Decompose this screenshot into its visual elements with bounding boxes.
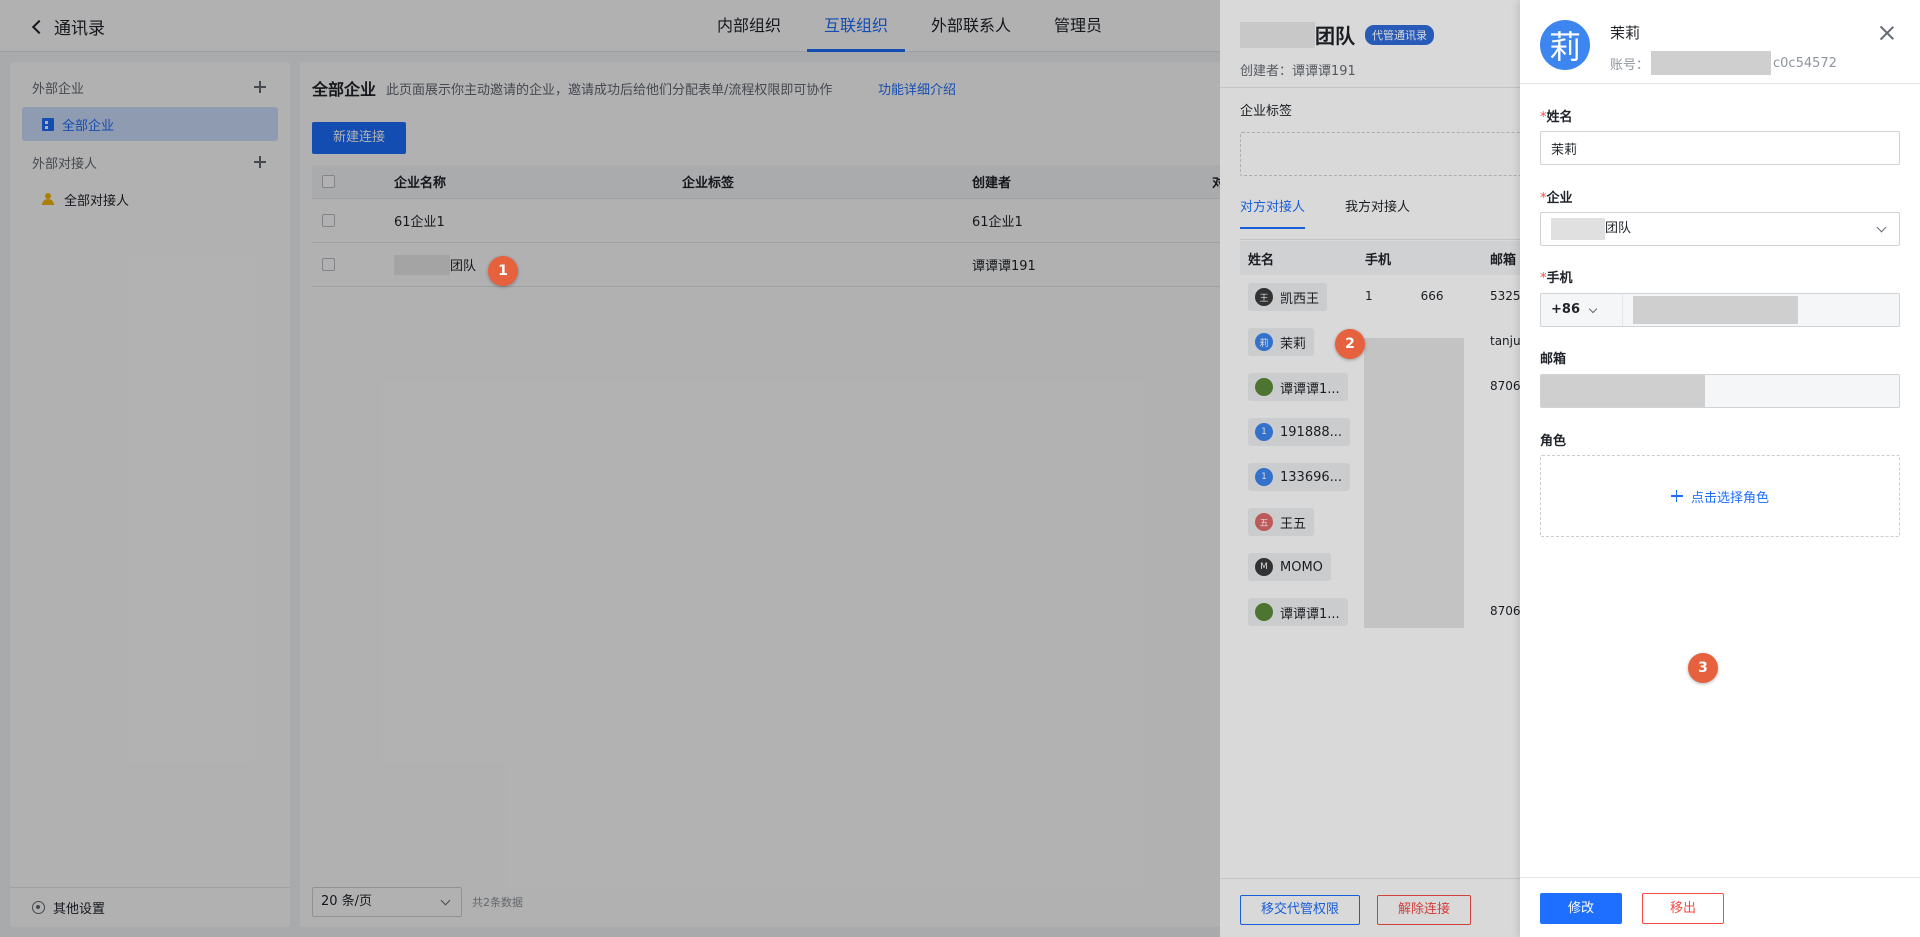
redacted-block xyxy=(1541,375,1705,407)
redacted-block xyxy=(1651,51,1772,75)
redacted-block xyxy=(1551,218,1605,240)
account-prefix: 账号： xyxy=(1610,57,1650,73)
name-label: *姓名 xyxy=(1540,110,1573,125)
name-field[interactable] xyxy=(1540,131,1900,165)
chevron-down-icon xyxy=(1876,222,1887,233)
member-header: 莉 茉莉 账号： c0c54572 xyxy=(1520,0,1920,84)
plus-icon xyxy=(1670,490,1683,502)
select-role-button[interactable]: 点击选择角色 xyxy=(1540,455,1900,537)
edit-button[interactable]: 修改 xyxy=(1540,893,1622,924)
country-code-select[interactable]: +86 xyxy=(1541,294,1623,326)
remove-button[interactable]: 移出 xyxy=(1642,893,1724,924)
role-label: 角色 xyxy=(1540,434,1567,449)
chevron-down-icon xyxy=(1588,304,1598,313)
member-name: 茉莉 xyxy=(1610,24,1641,42)
annotation-marker: 2 xyxy=(1335,329,1365,359)
email-field[interactable] xyxy=(1540,374,1900,408)
avatar: 莉 xyxy=(1540,20,1590,70)
phone-field[interactable]: +86 xyxy=(1540,293,1900,327)
company-label: *企业 xyxy=(1540,191,1573,206)
redacted-block xyxy=(1633,296,1798,324)
company-value: 团队 xyxy=(1605,221,1632,236)
country-code: +86 xyxy=(1551,302,1580,317)
member-footer: 修改 移出 xyxy=(1520,877,1920,937)
annotation-marker: 3 xyxy=(1688,653,1718,683)
member-account: 账号： c0c54572 xyxy=(1610,51,1837,75)
account-suffix: c0c54572 xyxy=(1773,55,1837,71)
close-icon[interactable] xyxy=(1880,26,1894,40)
select-role-label: 点击选择角色 xyxy=(1690,490,1769,506)
member-drawer: 莉 茉莉 账号： c0c54572 *姓名 *企业 团队 *手机 +86 邮箱 … xyxy=(1520,0,1920,937)
company-select[interactable]: 团队 xyxy=(1540,212,1900,246)
email-label: 邮箱 xyxy=(1540,352,1567,367)
annotation-marker: 1 xyxy=(488,256,518,286)
phone-label: *手机 xyxy=(1540,271,1573,286)
